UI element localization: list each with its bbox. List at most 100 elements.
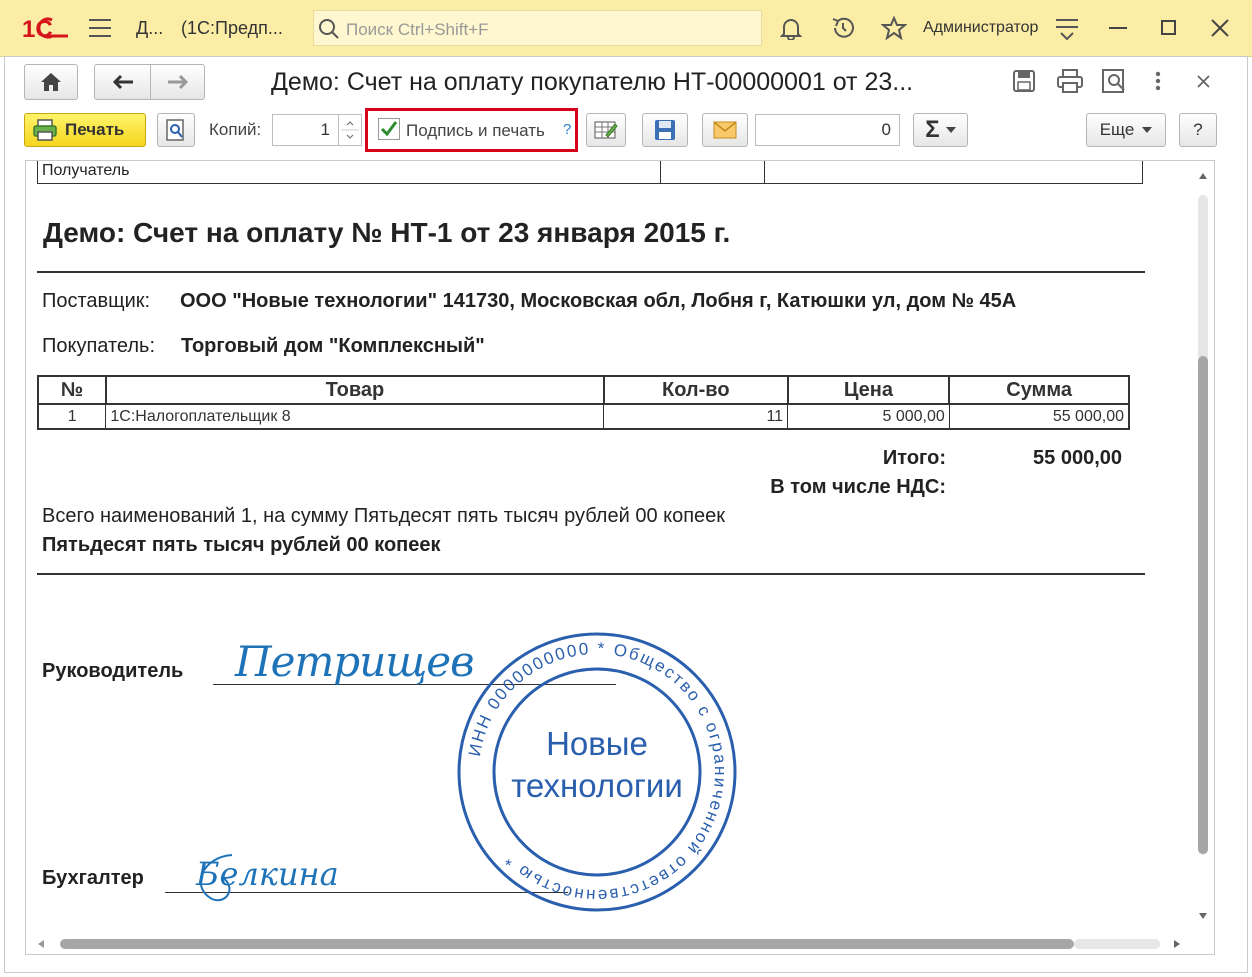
scroll-left-icon[interactable] (38, 940, 44, 948)
copies-label: Копий: (209, 120, 262, 139)
summary-line: Всего наименований 1, на сумму Пятьдесят… (42, 505, 726, 527)
more-button[interactable]: Еще (1086, 113, 1166, 147)
save-button[interactable] (642, 113, 688, 147)
maximize-icon[interactable] (1161, 20, 1177, 36)
bell-icon[interactable] (780, 16, 802, 40)
global-search[interactable]: Поиск Ctrl+Shift+F (313, 10, 762, 46)
table-row: 1 1С:Налогоплательщик 8 11 5 000,00 55 0… (37, 403, 1130, 430)
vertical-scroll-thumb[interactable] (1198, 356, 1208, 854)
printer-icon (33, 119, 57, 141)
hamburger-menu-icon[interactable] (89, 18, 111, 38)
sign-and-print-checkbox[interactable] (378, 118, 400, 140)
supplier-label: Поставщик: (42, 290, 151, 312)
company-stamp: ИНН 0000000000 * Общество с ограниченной… (457, 632, 737, 912)
invoice-heading: Демо: Счет на оплату № НТ-1 от 23 января… (43, 217, 731, 248)
vertical-scrollbar[interactable] (1192, 161, 1214, 931)
scroll-up-icon[interactable] (1199, 173, 1207, 179)
stamp-center-line2: технологии (511, 767, 683, 804)
help-button-label: ? (1193, 120, 1203, 139)
sign-and-print-label[interactable]: Подпись и печать (406, 121, 545, 141)
window-title: Демо: Счет на оплату покупателю НТ-00000… (271, 68, 914, 96)
scroll-right-icon[interactable] (1174, 940, 1180, 948)
col-header-sum: Сумма (948, 375, 1130, 405)
accountant-label: Бухгалтер (42, 867, 144, 889)
copies-value: 1 (320, 120, 330, 139)
checkmark-icon (380, 121, 398, 137)
settings-menu-icon[interactable] (1056, 18, 1080, 40)
close-app-icon[interactable] (1211, 19, 1229, 37)
sign-and-print-help-mark[interactable]: ? (563, 121, 571, 138)
recipient-label: Получатель (42, 162, 130, 179)
recipient-row: Получатель (37, 161, 1143, 184)
save-disk-icon[interactable] (1013, 70, 1035, 92)
arrow-left-icon (112, 74, 134, 90)
heading-rule (37, 271, 1145, 273)
home-button[interactable] (24, 64, 78, 100)
close-window-icon[interactable] (1197, 75, 1210, 88)
vat-label: В том числе НДС: (770, 476, 946, 498)
preview-icon[interactable] (1102, 69, 1128, 93)
total-value: 55 000,00 (1033, 447, 1122, 469)
print-preview-button[interactable] (157, 113, 195, 147)
cell-product: 1С:Налогоплательщик 8 (105, 403, 605, 430)
head-signature: Петрищев (235, 637, 475, 686)
app-titlebar: 1С Д... (1С:Предп... Поиск Ctrl+Shift+F … (0, 0, 1252, 57)
app-title: (1С:Предп... (181, 18, 283, 38)
spreadsheet-edit-icon (594, 120, 618, 140)
horizontal-scrollbar[interactable] (26, 933, 1192, 954)
help-button[interactable]: ? (1179, 113, 1217, 147)
buyer-value: Торговый дом "Комплексный" (181, 335, 485, 357)
col-header-quantity: Кол-во (602, 375, 789, 405)
horizontal-scroll-track[interactable] (1074, 939, 1160, 949)
floppy-disk-icon (654, 119, 676, 141)
home-icon (40, 72, 62, 92)
chevron-down-icon (945, 127, 956, 133)
print-button[interactable]: Печать (24, 113, 146, 147)
spreadsheet-document[interactable]: Получатель Демо: Счет на оплату № НТ-1 о… (25, 160, 1215, 955)
scroll-down-icon[interactable] (1199, 913, 1207, 919)
favorites-star-icon[interactable] (881, 16, 907, 40)
supplier-value: ООО "Новые технологии" 141730, Московска… (180, 290, 1017, 312)
search-icon (318, 18, 340, 40)
chevron-down-icon (1142, 127, 1153, 133)
sum-field[interactable]: 0 (755, 114, 900, 146)
send-email-button[interactable] (702, 113, 748, 147)
minimize-icon[interactable] (1109, 27, 1127, 31)
goods-table: № Товар Кол-во Цена Сумма 1 1С:Налогопла… (37, 375, 1130, 430)
envelope-icon (713, 121, 737, 139)
col-header-number: № (37, 375, 107, 405)
stamp-center-line1: Новые (546, 725, 648, 762)
search-placeholder[interactable]: Поиск Ctrl+Shift+F (346, 20, 489, 40)
history-icon[interactable] (830, 16, 856, 40)
head-label: Руководитель (42, 660, 184, 682)
signature-flourish (199, 854, 233, 902)
total-label: Итого: (882, 447, 946, 469)
col-header-price: Цена (786, 375, 951, 405)
col-header-product: Товар (104, 375, 605, 405)
cell-number: 1 (37, 403, 107, 430)
1c-logo[interactable]: 1С (22, 14, 70, 42)
tab-title[interactable]: Д... (136, 18, 163, 39)
amount-in-words: Пятьдесят пять тысяч рублей 00 копеек (42, 534, 441, 556)
copies-input[interactable]: 1 (272, 114, 339, 146)
more-button-label: Еще (1099, 120, 1135, 139)
cell-quantity: 11 (603, 403, 789, 430)
copies-stepper[interactable] (338, 114, 362, 146)
printer-icon[interactable] (1057, 69, 1083, 93)
more-vertical-icon[interactable] (1155, 71, 1161, 91)
buyer-label: Покупатель: (42, 335, 156, 357)
back-button[interactable] (94, 64, 151, 100)
edit-spreadsheet-button[interactable] (586, 113, 626, 147)
arrow-right-icon (167, 74, 189, 90)
sum-mode-button[interactable]: Σ (913, 113, 968, 147)
sum-symbol: Σ (925, 116, 940, 143)
preview-icon (166, 119, 186, 141)
cell-price: 5 000,00 (787, 403, 950, 430)
forward-button[interactable] (150, 64, 205, 100)
cell-sum: 55 000,00 (948, 403, 1130, 430)
user-name[interactable]: Администратор (923, 19, 1038, 37)
horizontal-scroll-thumb[interactable] (60, 939, 1074, 949)
print-button-label: Печать (65, 120, 125, 139)
summary-rule (37, 573, 1145, 575)
sum-value: 0 (881, 120, 891, 139)
